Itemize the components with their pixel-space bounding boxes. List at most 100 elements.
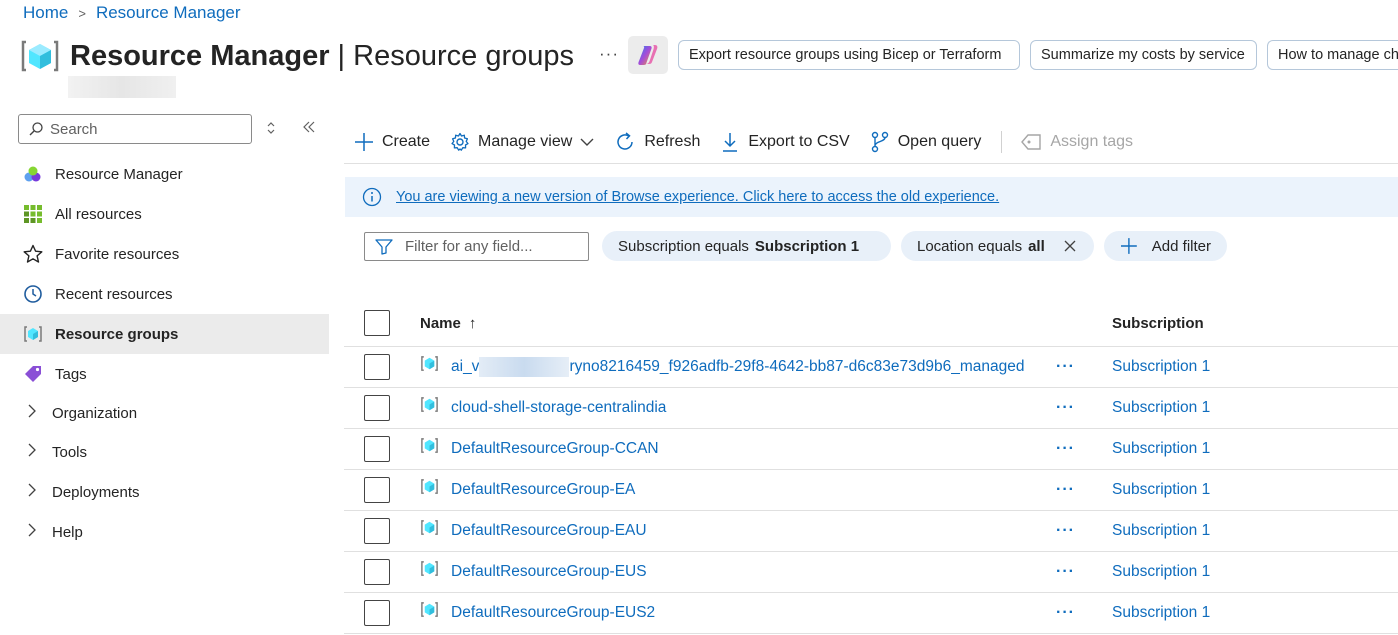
row-more-icon[interactable]: ··· — [1056, 604, 1075, 622]
row-more-icon[interactable]: ··· — [1056, 481, 1075, 499]
table-row[interactable]: DefaultResourceGroup-EUS2 ··· Subscripti… — [344, 593, 1398, 634]
row-more-icon[interactable]: ··· — [1056, 358, 1075, 376]
expand-collapse-icon[interactable] — [265, 120, 277, 139]
subscription-link[interactable]: Subscription 1 — [1112, 440, 1210, 458]
create-button[interactable]: Create — [354, 132, 430, 152]
resource-group-icon — [421, 478, 438, 494]
chevron-right-icon — [28, 404, 36, 422]
toolbar-divider — [1001, 131, 1003, 153]
page-header: Resource Manager | Resource groups — [20, 36, 574, 76]
sidebar-item-all-resources[interactable]: All resources — [0, 194, 329, 234]
table-row[interactable]: DefaultResourceGroup-CCAN ··· Subscripti… — [344, 429, 1398, 470]
collapse-sidebar-icon[interactable] — [302, 120, 316, 137]
column-header-subscription[interactable]: Subscription — [1112, 315, 1204, 332]
row-checkbox[interactable] — [364, 559, 390, 585]
resource-group-link[interactable]: DefaultResourceGroup-CCAN — [451, 440, 659, 458]
subscription-link[interactable]: Subscription 1 — [1112, 481, 1210, 499]
sidebar-item-favorite-resources[interactable]: Favorite resources — [0, 234, 329, 274]
resource-group-link[interactable]: cloud-shell-storage-centralindia — [451, 399, 666, 417]
row-more-icon[interactable]: ··· — [1056, 399, 1075, 417]
table-row[interactable]: ai_v ryno8216459_f926adfb-29f8-4642-bb87-… — [344, 347, 1398, 388]
old-experience-link[interactable]: You are viewing a new version of Browse … — [396, 189, 999, 205]
resource-manager-icon — [23, 164, 43, 184]
resource-group-icon — [421, 560, 438, 576]
resource-group-link[interactable]: ai_v ryno8216459_f926adfb-29f8-4642-bb87-… — [451, 357, 1025, 377]
prompt-export-bicep[interactable]: Export resource groups using Bicep or Te… — [678, 40, 1020, 70]
download-icon — [723, 133, 738, 152]
redacted-text — [479, 357, 570, 377]
close-icon[interactable] — [1063, 239, 1077, 253]
resource-group-icon — [421, 437, 438, 453]
copilot-icon — [638, 45, 658, 65]
subscription-filter-chip[interactable]: Subscription equals Subscription 1 — [602, 231, 891, 261]
export-csv-button[interactable]: Export to CSV — [720, 132, 850, 152]
assign-tags-button[interactable]: Assign tags — [1020, 133, 1133, 151]
resource-group-link[interactable]: DefaultResourceGroup-EA — [451, 481, 635, 499]
table-row[interactable]: DefaultResourceGroup-EA ··· Subscription… — [344, 470, 1398, 511]
resource-group-icon — [421, 355, 438, 371]
search-icon — [29, 122, 43, 136]
subscription-link[interactable]: Subscription 1 — [1112, 358, 1210, 376]
redacted-subtitle — [68, 76, 176, 98]
prompt-how-to-manage[interactable]: How to manage ch — [1267, 40, 1398, 70]
row-checkbox[interactable] — [364, 436, 390, 462]
query-icon — [871, 131, 888, 153]
refresh-button[interactable]: Refresh — [614, 131, 700, 153]
subscription-link[interactable]: Subscription 1 — [1112, 604, 1210, 622]
chevron-right-icon — [28, 443, 36, 461]
location-filter-chip[interactable]: Location equals all — [901, 231, 1094, 261]
subscription-link[interactable]: Subscription 1 — [1112, 563, 1210, 581]
resource-group-link[interactable]: DefaultResourceGroup-EUS2 — [451, 604, 655, 622]
refresh-icon — [617, 132, 634, 150]
sidebar-group-help[interactable]: Help — [0, 512, 329, 552]
add-filter-button[interactable]: Add filter — [1104, 231, 1227, 261]
sidebar-item-recent-resources[interactable]: Recent resources — [0, 274, 329, 314]
row-checkbox[interactable] — [364, 518, 390, 544]
subscription-link[interactable]: Subscription 1 — [1112, 522, 1210, 540]
row-checkbox[interactable] — [364, 354, 390, 380]
tag-icon — [23, 364, 43, 384]
row-checkbox[interactable] — [364, 395, 390, 421]
row-more-icon[interactable]: ··· — [1056, 563, 1075, 581]
sidebar-item-tags[interactable]: Tags — [0, 354, 329, 394]
row-more-icon[interactable]: ··· — [1056, 440, 1075, 458]
copilot-button[interactable] — [628, 36, 668, 74]
table-row[interactable]: DefaultResourceGroup-EUS ··· Subscriptio… — [344, 552, 1398, 593]
sidebar-item-resource-groups[interactable]: Resource groups — [0, 314, 329, 354]
resource-group-icon — [21, 40, 59, 72]
resource-group-link[interactable]: DefaultResourceGroup-EUS — [451, 563, 647, 581]
star-icon — [23, 244, 43, 264]
chevron-right-icon — [28, 523, 36, 541]
prompt-summarize-costs[interactable]: Summarize my costs by service — [1030, 40, 1257, 70]
row-checkbox[interactable] — [364, 477, 390, 503]
sidebar-group-deployments[interactable]: Deployments — [0, 472, 329, 512]
command-bar: Create Manage view Refresh Export to CSV… — [354, 126, 1153, 158]
sidebar-search-input[interactable]: Search — [18, 114, 252, 144]
resource-group-icon — [421, 519, 438, 535]
info-banner: You are viewing a new version of Browse … — [345, 177, 1398, 217]
manage-view-button[interactable]: Manage view — [450, 132, 594, 152]
table-row[interactable]: DefaultResourceGroup-EAU ··· Subscriptio… — [344, 511, 1398, 552]
open-query-button[interactable]: Open query — [870, 131, 981, 153]
resource-group-link[interactable]: DefaultResourceGroup-EAU — [451, 522, 647, 540]
filter-icon — [375, 238, 393, 255]
subscription-link[interactable]: Subscription 1 — [1112, 399, 1210, 417]
row-more-icon[interactable]: ··· — [1056, 522, 1075, 540]
breadcrumb-home[interactable]: Home — [23, 3, 68, 23]
filter-input[interactable]: Filter for any field... — [364, 232, 589, 261]
column-header-name[interactable]: Name ↑ — [420, 315, 476, 332]
chevron-down-icon — [580, 138, 594, 146]
breadcrumb-resource-manager[interactable]: Resource Manager — [96, 3, 241, 23]
gear-icon — [451, 132, 469, 151]
info-icon — [362, 187, 382, 207]
table-row[interactable]: cloud-shell-storage-centralindia ··· Sub… — [344, 388, 1398, 429]
sidebar-group-organization[interactable]: Organization — [0, 394, 329, 432]
row-checkbox[interactable] — [364, 600, 390, 626]
sidebar-group-tools[interactable]: Tools — [0, 432, 329, 472]
sidebar-item-resource-manager[interactable]: Resource Manager — [0, 154, 329, 194]
more-options-icon[interactable]: ··· — [599, 44, 619, 64]
plus-icon — [355, 133, 373, 151]
table-header: Name ↑ Subscription — [344, 300, 1398, 347]
sort-ascending-icon: ↑ — [468, 314, 477, 332]
select-all-checkbox[interactable] — [364, 310, 390, 336]
